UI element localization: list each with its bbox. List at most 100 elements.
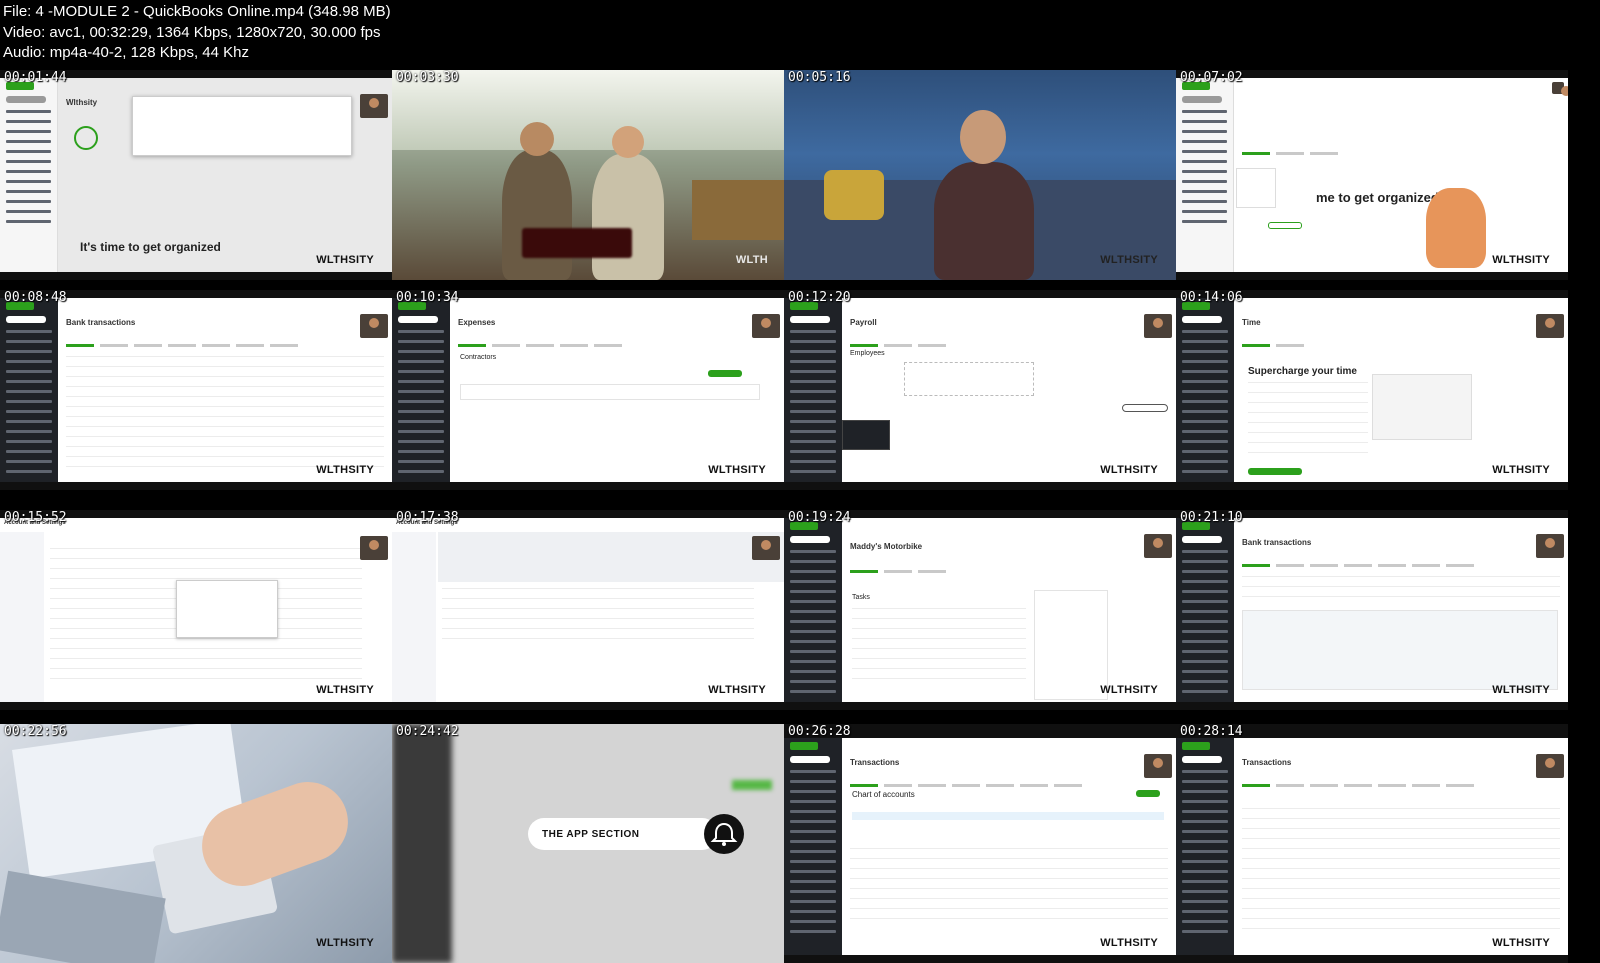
thumbnail-15[interactable]: Transactions Chart of accounts 00:26:28 … — [784, 724, 1176, 963]
timestamp: 00:17:38 — [396, 510, 459, 525]
thumbnail-3[interactable]: 00:05:16 WLTHSITY — [784, 70, 1176, 280]
app-screen: Time Supercharge your time — [1176, 298, 1568, 482]
shopkeeper-figure — [502, 150, 572, 280]
timestamp: 00:03:30 — [396, 70, 459, 85]
sidebar-nav — [398, 330, 444, 480]
new-button[interactable] — [1182, 756, 1222, 763]
thumbnail-1[interactable]: Wlthsity It's time to get organized 00:0… — [0, 70, 392, 280]
transactions-table — [1242, 576, 1560, 597]
get-started-button[interactable] — [1268, 222, 1302, 229]
timestamp: 00:19:24 — [788, 510, 851, 525]
brand-watermark: WLTHSITY — [1100, 684, 1158, 696]
timestamp: 00:24:42 — [396, 724, 459, 739]
sidebar-nav — [1182, 550, 1228, 700]
add-contractor-button[interactable] — [708, 370, 742, 377]
timestamp: 00:07:02 — [1180, 70, 1243, 85]
presenter-avatar — [752, 536, 780, 560]
app-screen: Account and Settings — [0, 518, 392, 702]
blurred-app-background — [392, 724, 452, 963]
thumbnail-14[interactable]: THE APP SECTION 00:24:42 — [392, 724, 784, 963]
sidebar-nav — [6, 330, 52, 480]
timestamp: 00:14:06 — [1180, 290, 1243, 305]
presenter-avatar — [1552, 82, 1568, 96]
new-button[interactable] — [790, 316, 830, 323]
man-head — [960, 110, 1006, 164]
yellow-pillow — [824, 170, 884, 220]
app-screen: me to get organized — [1176, 78, 1568, 272]
expanded-transaction-panel — [1242, 610, 1558, 690]
thumbnail-11[interactable]: Maddy's Motorbike Tasks 00:19:24 WLTHSIT… — [784, 510, 1176, 710]
sidebar — [392, 298, 450, 482]
new-button[interactable] — [1182, 316, 1222, 323]
add-employee-button[interactable] — [1122, 404, 1168, 412]
thumbnail-2[interactable]: 00:03:30 WLTH — [392, 70, 784, 280]
presenter-avatar — [752, 314, 780, 338]
brand-watermark: WLTHSITY — [1492, 684, 1550, 696]
page-title: Expenses — [458, 318, 496, 327]
brand-watermark: WLTHSITY — [1100, 937, 1158, 949]
sidebar — [1176, 518, 1234, 702]
brand-watermark: WLTHSITY — [708, 684, 766, 696]
presenter-avatar — [360, 536, 388, 560]
app-screen: Expenses Contractors — [392, 298, 784, 482]
new-button[interactable] — [1182, 96, 1222, 103]
page-title: Transactions — [850, 758, 900, 767]
organize-illustration — [1426, 188, 1486, 268]
timestamp: 00:26:28 — [788, 724, 851, 739]
thumbnail-7[interactable]: Payroll Employees 00:12:20 WLTHSITY — [784, 290, 1176, 490]
page-title: Time — [1242, 318, 1261, 327]
thumbnail-4[interactable]: me to get organized 00:07:02 WLTHSITY — [1176, 70, 1568, 280]
brand-watermark: WLTHSITY — [1492, 464, 1550, 476]
payroll-illustration — [904, 362, 1034, 396]
new-button[interactable] — [1182, 536, 1222, 543]
tab-bar — [850, 334, 1136, 347]
video-info-line: Video: avc1, 00:32:29, 1364 Kbps, 1280x7… — [3, 23, 381, 41]
app-screen: Payroll Employees — [784, 298, 1176, 482]
thumbnail-5[interactable]: Bank transactions 00:08:48 WLTHSITY — [0, 290, 392, 490]
timestamp: 00:22:56 — [4, 724, 67, 739]
tab-bar — [1242, 142, 1528, 155]
new-button[interactable] — [6, 96, 46, 103]
app-screen: Bank transactions — [1176, 518, 1568, 702]
tasks-list — [852, 608, 1026, 682]
headline: It's time to get organized — [80, 240, 221, 254]
thumbnail-grid: Wlthsity It's time to get organized 00:0… — [0, 70, 1600, 963]
tab-bar — [66, 334, 352, 347]
new-account-button[interactable] — [1136, 790, 1160, 797]
tab-bar — [458, 334, 744, 347]
thumbnail-6[interactable]: Expenses Contractors 00:10:34 WLTHSITY — [392, 290, 784, 490]
new-button[interactable] — [790, 756, 830, 763]
app-screen: Maddy's Motorbike Tasks — [784, 518, 1176, 702]
laptop — [0, 870, 166, 963]
timestamp: 00:15:52 — [4, 510, 67, 525]
photo-shop-scene — [392, 70, 784, 280]
file-info-header: File: 4 -MODULE 2 - QuickBooks Online.mp… — [3, 2, 1593, 64]
sidebar-nav — [1182, 770, 1228, 940]
bills-expenses-section — [438, 532, 784, 582]
new-button[interactable] — [398, 316, 438, 323]
sidebar — [0, 78, 58, 272]
brand-watermark: WLTHSITY — [1100, 254, 1158, 266]
thumbnail-13[interactable]: 00:22:56 WLTHSITY — [0, 724, 392, 963]
app-screen: Wlthsity It's time to get organized — [0, 78, 392, 272]
payroll-flyout-menu — [842, 420, 890, 450]
timestamp: 00:05:16 — [788, 70, 851, 85]
tab-bar — [1242, 334, 1528, 347]
brand-watermark: WLTHSITY — [708, 464, 766, 476]
app-screen: Account and Settings — [392, 518, 784, 702]
thumbnail-9[interactable]: Account and Settings 00:15:52 WLTHSITY — [0, 510, 392, 710]
thumbnail-10[interactable]: Account and Settings 00:17:38 WLTHSITY — [392, 510, 784, 710]
tax-form-dropdown[interactable] — [176, 580, 278, 638]
sidebar-nav — [1182, 110, 1227, 230]
thumbnail-16[interactable]: Transactions 00:28:14 WLTHSITY — [1176, 724, 1568, 963]
new-button[interactable] — [6, 316, 46, 323]
sidebar — [784, 298, 842, 482]
presenter-avatar — [1536, 534, 1564, 558]
thumbnail-12[interactable]: Bank transactions 00:21:10 WLTHSITY — [1176, 510, 1568, 710]
launch-quickbooks-time-button[interactable] — [1248, 468, 1302, 475]
thumbnail-8[interactable]: Time Supercharge your time 00:14:06 WLTH… — [1176, 290, 1568, 490]
blurred-green-button — [732, 780, 772, 790]
app-screen: Bank transactions — [0, 298, 392, 482]
sidebar-nav — [1182, 330, 1228, 480]
new-button[interactable] — [790, 536, 830, 543]
